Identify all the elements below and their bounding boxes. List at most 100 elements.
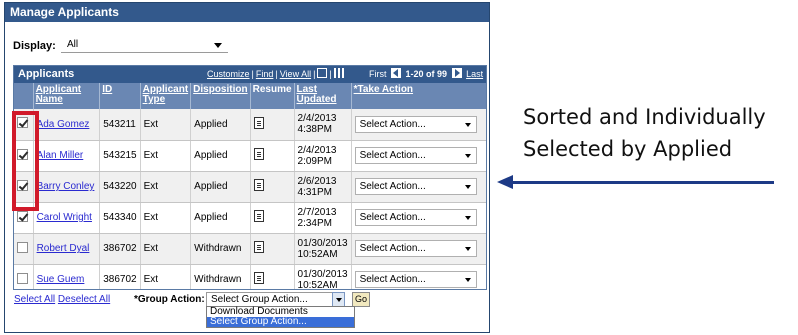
- applicant-name-link[interactable]: Ada Gomez: [37, 119, 90, 130]
- next-page-icon[interactable]: [451, 68, 462, 78]
- last-updated-date: 01/30/2013: [297, 237, 348, 249]
- group-action-options: Download Documents Select Group Action..…: [206, 306, 355, 328]
- document-icon[interactable]: [253, 148, 264, 160]
- row-checkbox[interactable]: [17, 241, 28, 253]
- dropdown-button[interactable]: [332, 292, 345, 307]
- resume-cell: [250, 202, 295, 234]
- last-updated-time: 10:52AM: [297, 279, 338, 290]
- column-header-id[interactable]: ID: [99, 83, 141, 109]
- display-select[interactable]: All: [61, 38, 228, 53]
- id-cell: 386702: [99, 264, 141, 289]
- table-row: Carol Wright 543340 Ext Applied 2/7/2013…: [14, 202, 486, 234]
- column-header-disposition[interactable]: Disposition: [190, 83, 251, 109]
- resume-cell: [250, 109, 295, 141]
- prev-page-icon[interactable]: [391, 68, 402, 78]
- take-action-select[interactable]: Select Action...: [354, 178, 477, 195]
- name-cell: Alan Miller: [33, 140, 101, 172]
- last-link[interactable]: Last: [466, 69, 483, 79]
- take-action-value: Select Action...: [359, 118, 426, 130]
- applicant-name-link[interactable]: Carol Wright: [37, 212, 92, 223]
- row-checkbox[interactable]: [17, 210, 28, 222]
- take-action-value: Select Action...: [359, 243, 426, 254]
- take-action-select[interactable]: Select Action...: [354, 271, 477, 288]
- last-updated-date: 2/7/2013: [297, 206, 337, 218]
- column-header-type[interactable]: Applicant Type: [140, 83, 192, 109]
- column-header-take-action[interactable]: *Take Action: [351, 83, 486, 109]
- document-icon[interactable]: [253, 116, 264, 129]
- column-header-last-updated[interactable]: Last Updated: [294, 83, 352, 109]
- disposition-cell: Withdrawn: [190, 264, 251, 289]
- table-row: Alan Miller 543215 Ext Applied 2/4/2013 2…: [14, 140, 486, 172]
- document-icon[interactable]: [253, 272, 264, 284]
- arrow-shaft: [511, 181, 774, 184]
- take-action-select[interactable]: Select Action...: [354, 115, 477, 133]
- selection-highlight-box: [12, 111, 39, 211]
- last-updated-cell: 2/6/2013 4:31PM: [294, 171, 352, 203]
- display-select-value: All: [67, 39, 79, 50]
- applicant-name-link[interactable]: Robert Dyal: [37, 243, 90, 254]
- last-updated-cell: 2/4/2013 4:38PM: [294, 109, 352, 141]
- last-updated-date: 2/4/2013: [297, 144, 337, 156]
- action-cell: Select Action...: [351, 264, 486, 289]
- table-row: Barry Conley 543220 Ext Applied 2/6/2013…: [14, 171, 486, 203]
- chevron-down-icon: [336, 298, 342, 302]
- take-action-select[interactable]: Select Action...: [354, 209, 477, 226]
- table-row: Robert Dyal 386702 Ext Withdrawn 01/30/2…: [14, 233, 486, 265]
- chevron-down-icon: [464, 247, 471, 251]
- group-action-select[interactable]: Select Group Action...: [206, 292, 345, 307]
- chevron-down-icon: [464, 278, 471, 282]
- customize-link[interactable]: Customize: [207, 69, 250, 79]
- spreadsheet-icon[interactable]: [333, 68, 344, 78]
- type-cell: Ext: [140, 109, 192, 141]
- applicant-name-link[interactable]: Alan Miller: [37, 150, 84, 161]
- take-action-select[interactable]: Select Action...: [354, 147, 477, 164]
- take-action-value: Select Action...: [359, 212, 426, 223]
- row-count: 1-20 of 99: [405, 69, 448, 79]
- chevron-down-icon: [464, 216, 471, 220]
- resume-cell: [250, 171, 295, 203]
- type-cell: Ext: [140, 140, 192, 172]
- take-action-value: Select Action...: [359, 150, 426, 161]
- annotation-line-1: Sorted and Individually: [523, 105, 766, 129]
- deselect-all-link[interactable]: Deselect All: [58, 294, 110, 305]
- select-all-link[interactable]: Select All: [14, 294, 55, 305]
- type-cell: Ext: [140, 264, 192, 289]
- last-updated-time: 2:34PM: [297, 217, 332, 229]
- document-icon[interactable]: [253, 179, 264, 191]
- action-cell: Select Action...: [351, 233, 486, 265]
- row-checkbox[interactable]: [17, 272, 28, 284]
- grid-title-bar: Applicants Customize | Find | View All | | Fir…: [14, 66, 486, 83]
- chevron-down-icon: [464, 154, 471, 158]
- chevron-down-icon: [214, 43, 222, 48]
- applicant-name-link[interactable]: Sue Guem: [37, 274, 85, 285]
- find-link[interactable]: Find: [256, 69, 274, 79]
- go-button[interactable]: Go: [352, 292, 370, 307]
- disposition-cell: Applied: [190, 202, 251, 234]
- document-icon[interactable]: [253, 210, 264, 222]
- grid-tools: Customize | Find | View All | |: [207, 66, 344, 83]
- name-cell: Robert Dyal: [33, 233, 101, 265]
- action-cell: Select Action...: [351, 202, 486, 234]
- id-cell: 543215: [99, 140, 141, 172]
- column-header-name[interactable]: Applicant Name: [33, 83, 101, 109]
- group-action-label: *Group Action:: [134, 294, 205, 305]
- name-cell: Sue Guem: [33, 264, 101, 289]
- type-cell: Ext: [140, 233, 192, 265]
- download-icon[interactable]: [317, 68, 328, 78]
- resume-cell: [250, 140, 295, 172]
- take-action-select[interactable]: Select Action...: [354, 240, 477, 257]
- group-action-bar: Select All Deselect All *Group Action: S…: [14, 292, 370, 328]
- name-cell: Barry Conley: [33, 171, 101, 203]
- type-cell: Ext: [140, 202, 192, 234]
- applicant-name-link[interactable]: Barry Conley: [37, 181, 95, 192]
- option-select-group-action[interactable]: Select Group Action...: [207, 317, 354, 327]
- disposition-cell: Applied: [190, 109, 251, 141]
- document-icon[interactable]: [253, 241, 264, 253]
- last-updated-date: 01/30/2013: [297, 268, 348, 280]
- chevron-down-icon: [464, 185, 471, 189]
- select-cell: [14, 264, 34, 289]
- annotation-text: Sorted and Individually Selected by Appl…: [523, 101, 766, 165]
- view-all-link[interactable]: View All: [280, 69, 311, 79]
- last-updated-time: 4:31PM: [297, 186, 332, 198]
- first-label: First: [369, 69, 387, 79]
